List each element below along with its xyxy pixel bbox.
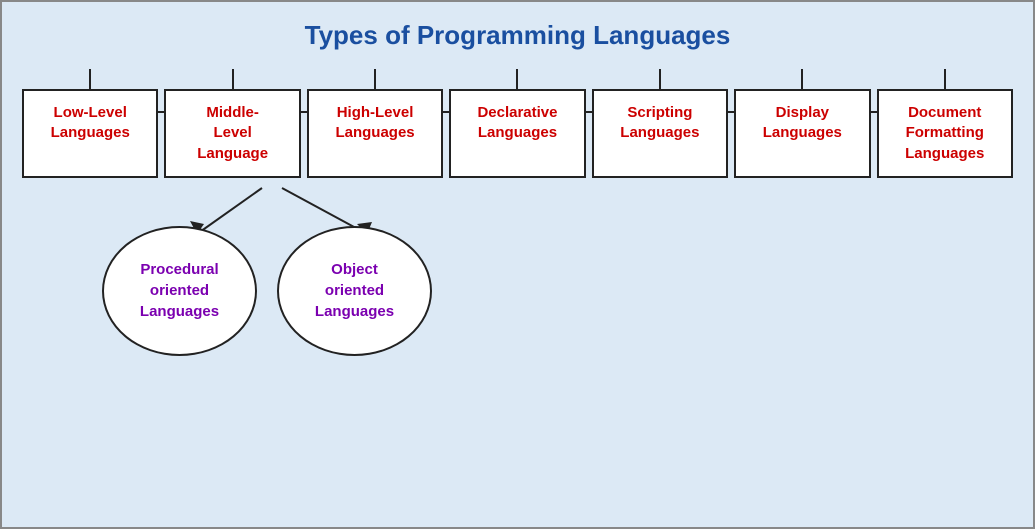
box-document-formatting: Document Formatting Languages <box>877 89 1013 178</box>
circles-row: Procedural oriented Languages Object ori… <box>102 226 432 356</box>
circle-object-oriented: Object oriented Languages <box>277 226 432 356</box>
box-declarative: Declarative Languages <box>449 89 585 178</box>
box-middle-level: Middle- Level Language <box>164 89 300 178</box>
diagram-container: Types of Programming Languages Low-Level… <box>0 0 1035 529</box>
box-low-level: Low-Level Languages <box>22 89 158 178</box>
boxes-row: Low-Level Languages Middle- Level Langua… <box>22 89 1013 178</box>
box-display: Display Languages <box>734 89 870 178</box>
box-high-level: High-Level Languages <box>307 89 443 178</box>
circle-procedural: Procedural oriented Languages <box>102 226 257 356</box>
diagram-title: Types of Programming Languages <box>12 12 1023 65</box>
box-scripting: Scripting Languages <box>592 89 728 178</box>
lower-section: Procedural oriented Languages Object ori… <box>22 186 1023 346</box>
